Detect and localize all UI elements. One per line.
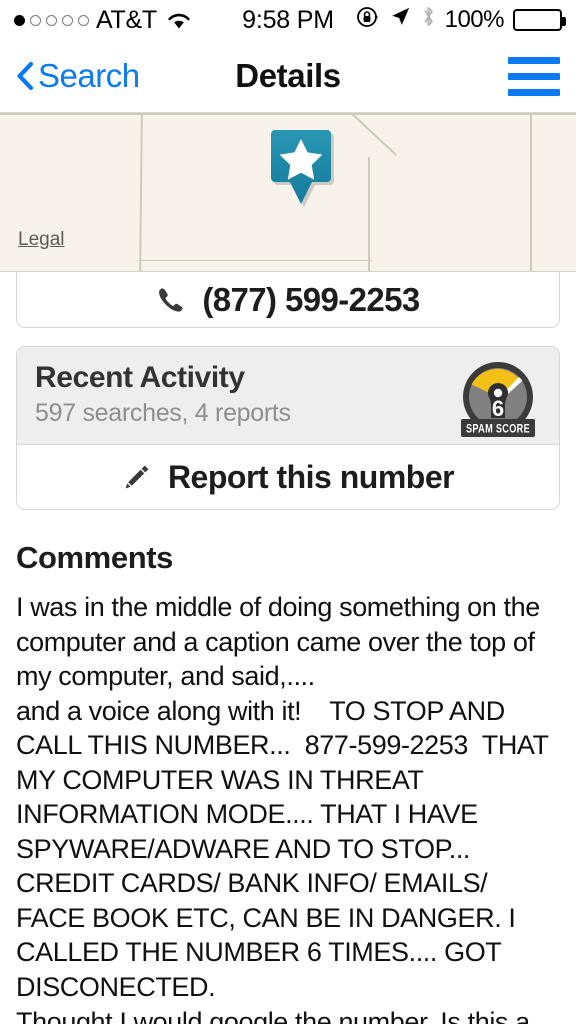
carrier-label: AT&T — [96, 5, 157, 34]
pencil-icon — [122, 462, 152, 492]
status-bar-right: 100% — [356, 4, 566, 36]
map-top-edge — [0, 113, 576, 115]
map-boundary-line — [140, 259, 372, 261]
wifi-icon — [166, 11, 192, 30]
recent-activity-header: Recent Activity 597 searches, 4 reports — [17, 347, 559, 445]
phone-number-row: (877) 599-2253 — [156, 280, 420, 319]
star-place-pin-icon[interactable] — [268, 128, 334, 210]
hamburger-menu-icon[interactable] — [508, 56, 560, 96]
map-boundary-line — [139, 113, 143, 271]
phone-number-label: (877) 599-2253 — [202, 280, 420, 318]
app-screen: AT&T 9:58 PM 100% Search Details Legal (… — [0, 0, 576, 1024]
rotation-lock-icon — [356, 5, 380, 36]
location-arrow-icon — [389, 5, 412, 35]
back-button-label: Search — [38, 57, 140, 94]
map-view[interactable]: Legal — [0, 112, 576, 272]
map-boundary-line — [368, 157, 370, 271]
map-boundary-line — [530, 113, 532, 271]
battery-percent-label: 100% — [444, 6, 505, 33]
map-legal-link[interactable]: Legal — [18, 229, 65, 251]
report-this-number-button[interactable]: Report this number — [17, 445, 559, 509]
phone-handset-icon — [156, 285, 186, 315]
phone-number-card[interactable]: (877) 599-2253 — [16, 272, 560, 328]
comment-text: I was in the middle of doing something o… — [16, 592, 549, 1024]
map-boundary-line — [350, 113, 397, 156]
recent-activity-card: Recent Activity 597 searches, 4 reports — [16, 346, 560, 510]
signal-strength-icon — [14, 14, 89, 26]
chevron-left-icon — [16, 61, 34, 91]
status-bar-left: AT&T — [14, 6, 192, 35]
spam-score-value: 6 — [492, 396, 504, 421]
back-button[interactable]: Search — [16, 57, 140, 95]
report-this-number-label: Report this number — [167, 458, 455, 495]
battery-icon — [513, 9, 566, 31]
bluetooth-icon — [421, 4, 436, 36]
spam-score-gauge-icon: 6 SPAM SCORE — [453, 359, 543, 443]
status-bar: AT&T 9:58 PM 100% — [0, 0, 576, 40]
details-content: (877) 599-2253 Recent Activity 597 searc… — [0, 272, 576, 1024]
navigation-bar: Search Details — [0, 40, 576, 112]
spam-score-label: SPAM SCORE — [466, 424, 530, 436]
comments-heading: Comments — [16, 540, 173, 575]
